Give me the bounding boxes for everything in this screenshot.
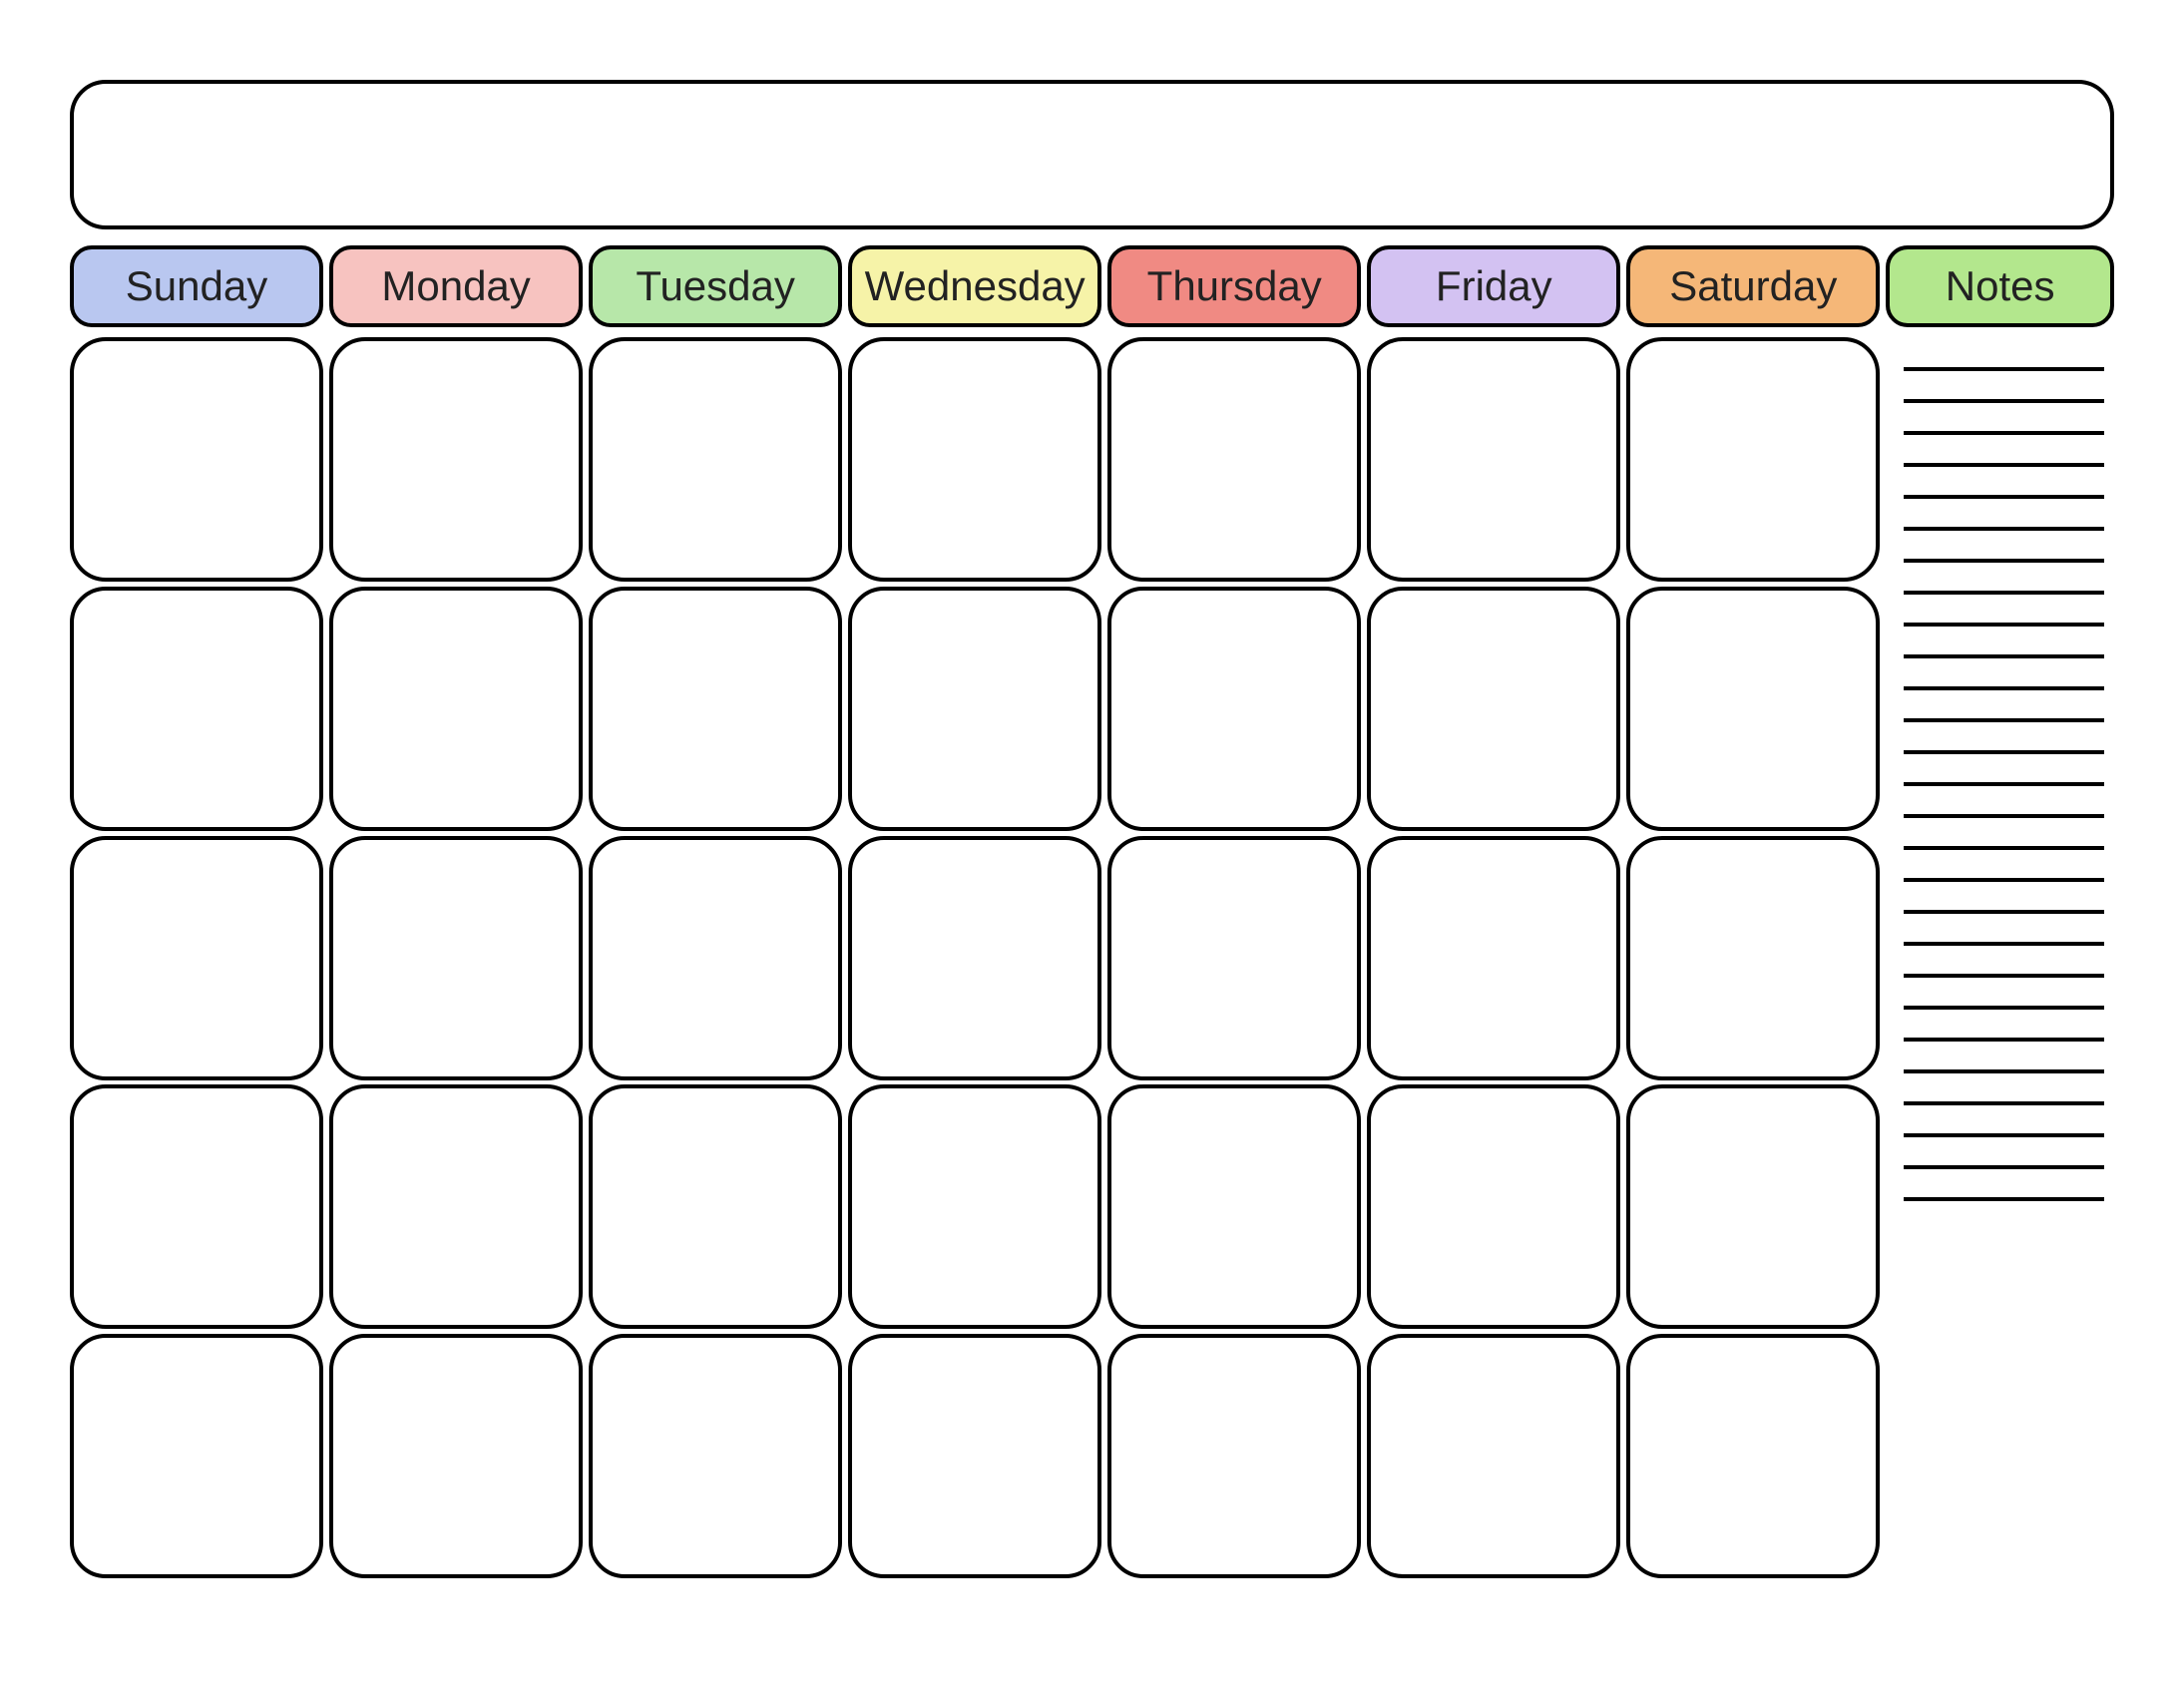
weekday-header-row: Sunday Monday Tuesday Wednesday Thursday… <box>70 245 2114 327</box>
day-cell[interactable] <box>1367 587 1620 831</box>
note-line[interactable] <box>1904 623 2104 627</box>
day-cell[interactable] <box>589 1084 842 1329</box>
note-line[interactable] <box>1904 463 2104 467</box>
day-cell[interactable] <box>70 1334 323 1578</box>
header-monday: Monday <box>329 245 583 327</box>
day-cell[interactable] <box>1107 1084 1361 1329</box>
note-line[interactable] <box>1904 1133 2104 1137</box>
note-line[interactable] <box>1904 1069 2104 1073</box>
note-line[interactable] <box>1904 1165 2104 1169</box>
note-line[interactable] <box>1904 750 2104 754</box>
col-saturday <box>1626 337 1880 1579</box>
col-wednesday <box>848 337 1101 1579</box>
note-line[interactable] <box>1904 495 2104 499</box>
calendar-grid <box>70 337 2114 1579</box>
note-line[interactable] <box>1904 559 2104 563</box>
day-cell[interactable] <box>848 1084 1101 1329</box>
note-line[interactable] <box>1904 367 2104 371</box>
notes-column[interactable] <box>1886 337 2114 1579</box>
col-sunday <box>70 337 323 1579</box>
day-cell[interactable] <box>589 836 842 1080</box>
day-cell[interactable] <box>1626 1084 1880 1329</box>
day-cell[interactable] <box>1367 1334 1620 1578</box>
note-line[interactable] <box>1904 1101 2104 1105</box>
note-line[interactable] <box>1904 399 2104 403</box>
col-thursday <box>1107 337 1361 1579</box>
day-cell[interactable] <box>1626 587 1880 831</box>
header-notes: Notes <box>1886 245 2114 327</box>
day-cell[interactable] <box>848 337 1101 582</box>
note-line[interactable] <box>1904 974 2104 978</box>
day-cell[interactable] <box>589 587 842 831</box>
note-line[interactable] <box>1904 878 2104 882</box>
note-line[interactable] <box>1904 942 2104 946</box>
note-line[interactable] <box>1904 591 2104 595</box>
day-cell[interactable] <box>329 1084 583 1329</box>
day-cell[interactable] <box>848 836 1101 1080</box>
note-line[interactable] <box>1904 527 2104 531</box>
day-cell[interactable] <box>1367 1084 1620 1329</box>
note-line[interactable] <box>1904 910 2104 914</box>
header-sunday: Sunday <box>70 245 323 327</box>
day-cell[interactable] <box>1367 836 1620 1080</box>
note-line[interactable] <box>1904 846 2104 850</box>
header-tuesday: Tuesday <box>589 245 842 327</box>
header-wednesday: Wednesday <box>848 245 1101 327</box>
day-cell[interactable] <box>1626 337 1880 582</box>
day-cell[interactable] <box>70 587 323 831</box>
col-friday <box>1367 337 1620 1579</box>
col-tuesday <box>589 337 842 1579</box>
month-title-bar[interactable] <box>70 80 2114 229</box>
header-friday: Friday <box>1367 245 1620 327</box>
day-cell[interactable] <box>1107 337 1361 582</box>
note-line[interactable] <box>1904 814 2104 818</box>
day-cell[interactable] <box>1107 587 1361 831</box>
day-cell[interactable] <box>70 337 323 582</box>
day-cell[interactable] <box>848 587 1101 831</box>
day-cell[interactable] <box>329 1334 583 1578</box>
note-line[interactable] <box>1904 1197 2104 1201</box>
note-line[interactable] <box>1904 782 2104 786</box>
day-cell[interactable] <box>589 1334 842 1578</box>
day-cell[interactable] <box>329 587 583 831</box>
day-cell[interactable] <box>329 337 583 582</box>
note-line[interactable] <box>1904 686 2104 690</box>
day-cell[interactable] <box>1367 337 1620 582</box>
col-monday <box>329 337 583 1579</box>
day-cell[interactable] <box>70 836 323 1080</box>
header-saturday: Saturday <box>1626 245 1880 327</box>
day-cell[interactable] <box>1107 1334 1361 1578</box>
note-line[interactable] <box>1904 654 2104 658</box>
calendar-page: Sunday Monday Tuesday Wednesday Thursday… <box>0 0 2184 1688</box>
day-cell[interactable] <box>848 1334 1101 1578</box>
day-cell[interactable] <box>70 1084 323 1329</box>
day-cell[interactable] <box>589 337 842 582</box>
day-cell[interactable] <box>1107 836 1361 1080</box>
day-cell[interactable] <box>1626 836 1880 1080</box>
note-line[interactable] <box>1904 431 2104 435</box>
note-line[interactable] <box>1904 718 2104 722</box>
day-cell[interactable] <box>1626 1334 1880 1578</box>
header-thursday: Thursday <box>1107 245 1361 327</box>
note-line[interactable] <box>1904 1038 2104 1042</box>
note-line[interactable] <box>1904 1006 2104 1010</box>
day-cell[interactable] <box>329 836 583 1080</box>
